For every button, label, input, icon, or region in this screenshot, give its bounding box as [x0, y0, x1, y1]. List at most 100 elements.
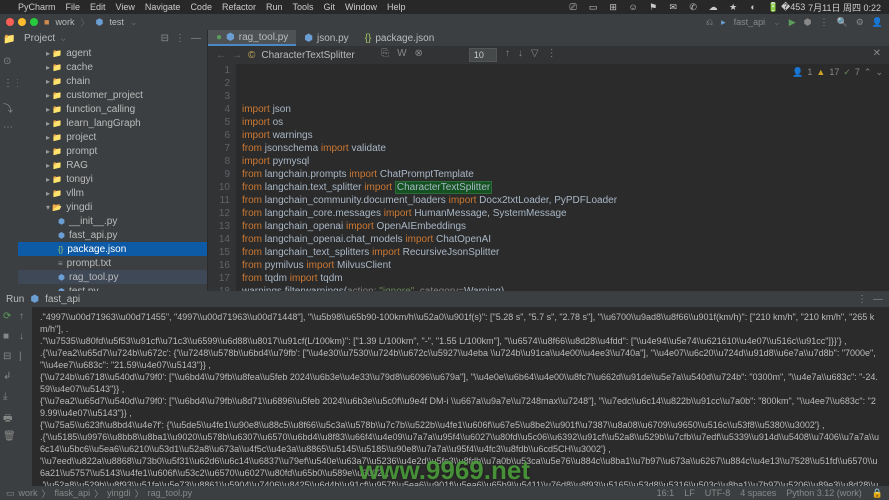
soft-wrap-icon[interactable]: ↲ [3, 371, 15, 383]
flag-icon[interactable]: ⚑ [648, 2, 658, 12]
tree-item-agent[interactable]: ▸ 📁agent [18, 46, 207, 60]
filter-icon[interactable]: ▽ [531, 48, 539, 62]
tree-item-learn_langGraph[interactable]: ▸ 📁learn_langGraph [18, 116, 207, 130]
tree-item-chain[interactable]: ▸ 📁chain [18, 74, 207, 88]
menu-window[interactable]: Window [345, 2, 377, 12]
menu-help[interactable]: Help [387, 2, 406, 12]
grid-icon[interactable]: ⊞ [608, 2, 618, 12]
status-chip-icon[interactable]: ▭ [6, 488, 15, 499]
menu-edit[interactable]: Edit [90, 2, 106, 12]
more-crumb-icon[interactable]: ⋮ [547, 48, 557, 62]
goto-line-input[interactable] [469, 48, 497, 62]
code-editor[interactable]: 12345678910111213141516171819 👤1 ▲17 ✓7 … [208, 64, 889, 291]
tree-item-yingdi[interactable]: ▾ 📂yingdi [18, 200, 207, 214]
options-icon[interactable]: ⋮ [175, 33, 185, 44]
symbol-name[interactable]: CharacterTextSplitter [261, 50, 354, 61]
star-icon[interactable]: ★ [728, 2, 738, 12]
tree-item-test-py[interactable]: ⬢test.py [18, 284, 207, 291]
nav-fwd-icon[interactable]: → [232, 50, 242, 61]
copy-ref-icon[interactable]: ⎘ [381, 48, 389, 62]
collapse-icon[interactable]: ⊟ [161, 33, 169, 44]
menu-navigate[interactable]: Navigate [145, 2, 181, 12]
caret-pos[interactable]: 16:1 [657, 488, 675, 499]
user-icon[interactable]: ◐ [748, 2, 758, 12]
menu-run[interactable]: Run [266, 2, 283, 12]
up-output-icon[interactable]: ↑ [19, 311, 31, 323]
tree-item-tongyi[interactable]: ▸ 📁tongyi [18, 172, 207, 186]
tree-item-project[interactable]: ▸ 📁project [18, 130, 207, 144]
phone-icon[interactable]: ✆ [688, 2, 698, 12]
menu-refactor[interactable]: Refactor [222, 2, 256, 12]
nav-back-icon[interactable]: ← [216, 50, 226, 61]
pull-tool-icon[interactable]: ⤵ [3, 100, 15, 112]
battery-icon[interactable]: 🔋 [768, 2, 778, 12]
face-icon[interactable]: ☺ [628, 2, 638, 12]
encoding[interactable]: UTF-8 [705, 488, 731, 499]
menu-file[interactable]: File [66, 2, 81, 12]
rerun-icon[interactable]: ⟳ [3, 311, 15, 323]
menu-tools[interactable]: Tools [292, 2, 313, 12]
run-hide-icon[interactable]: — [873, 294, 883, 305]
scroll-icon[interactable]: ⤓ [3, 391, 15, 403]
camera-icon[interactable]: ⎚ [568, 2, 578, 12]
tree-item-prompt-txt[interactable]: ≡prompt.txt [18, 256, 207, 270]
trash-icon[interactable]: 🗑 [3, 431, 15, 443]
bc-1[interactable]: flask_api [55, 488, 91, 498]
down-output-icon[interactable]: ↓ [19, 331, 31, 343]
wifi-icon[interactable]: �453 [788, 2, 798, 12]
project-tree[interactable]: ▸ 📁agent▸ 📁cache▸ 📁chain▸ 📁customer_proj… [18, 46, 207, 291]
indent[interactable]: 4 spaces [740, 488, 776, 499]
tree-item-prompt[interactable]: ▸ 📁prompt [18, 144, 207, 158]
line-sep[interactable]: LF [684, 488, 695, 499]
interpreter[interactable]: Python 3.12 (work) [786, 488, 862, 499]
structure-tool-icon[interactable]: ⋮⋮ [3, 78, 15, 90]
run-close-icon[interactable]: ⋮ [857, 294, 867, 305]
cloud-icon[interactable]: ☁ [708, 2, 718, 12]
tab-rag_tool-py[interactable]: ● ⬢rag_tool.py [208, 30, 296, 46]
menu-git[interactable]: Git [324, 2, 336, 12]
tree-item-rag_tool-py[interactable]: ⬢rag_tool.py [18, 270, 207, 284]
wechat-icon[interactable]: ✉ [668, 2, 678, 12]
tree-item-function_calling[interactable]: ▸ 📁function_calling [18, 102, 207, 116]
down-icon[interactable]: ↓ [518, 48, 523, 62]
more-tool-icon[interactable]: ⋯ [3, 122, 15, 134]
commit-tool-icon[interactable]: ⊙ [3, 56, 15, 68]
bc-0[interactable]: work [19, 488, 38, 498]
tab-package-json[interactable]: {}package.json [357, 30, 443, 46]
search-icon[interactable]: 🔍 [836, 17, 847, 28]
maximize-button[interactable] [30, 18, 38, 26]
project-tool-icon[interactable]: 📁 [3, 34, 15, 46]
layout-icon[interactable]: ⊟ [3, 351, 15, 363]
close-editor-icon[interactable]: ✕ [873, 48, 881, 62]
bc-3[interactable]: rag_tool.py [148, 488, 193, 498]
git-icon[interactable]: ⎌ [706, 17, 713, 28]
run-config[interactable]: fast_api [734, 17, 766, 27]
close-crumb-icon[interactable]: ⊗ [415, 48, 423, 62]
more-icon[interactable]: ⋮ [819, 17, 828, 28]
run-output[interactable]: ."4997\\u00d71963\\u00d71455", "4997\\u0… [32, 307, 889, 486]
hide-icon[interactable]: — [191, 33, 201, 44]
tab-json-py[interactable]: ⬢json.py [296, 30, 356, 46]
screen-icon[interactable]: ▭ [588, 2, 598, 12]
stop-icon[interactable]: ■ [3, 331, 15, 343]
clock[interactable]: 7月11日 周四 0:22 [808, 1, 881, 14]
up-icon[interactable]: ↑ [505, 48, 510, 62]
run-icon[interactable]: ▶ [789, 17, 796, 28]
minimize-button[interactable] [18, 18, 26, 26]
lint-label[interactable]: W [397, 48, 406, 62]
debug-icon[interactable]: ⬢ [804, 17, 812, 28]
close-button[interactable] [6, 18, 14, 26]
menu-code[interactable]: Code [190, 2, 212, 12]
tree-item-vllm[interactable]: ▸ 📁vllm [18, 186, 207, 200]
print-icon[interactable]: 🖶 [3, 411, 15, 423]
tree-item-cache[interactable]: ▸ 📁cache [18, 60, 207, 74]
menu-view[interactable]: View [116, 2, 135, 12]
menu-pycharm[interactable]: PyCharm [18, 2, 56, 12]
tree-item-fast_api-py[interactable]: ⬢fast_api.py [18, 228, 207, 242]
tree-item-__init__-py[interactable]: ⬢__init__.py [18, 214, 207, 228]
tree-item-customer_project[interactable]: ▸ 📁customer_project [18, 88, 207, 102]
tree-item-RAG[interactable]: ▸ 📁RAG [18, 158, 207, 172]
settings-icon[interactable]: ⚙ [856, 17, 864, 28]
avatar-icon[interactable]: 👤 [872, 17, 883, 28]
lock-icon[interactable]: 🔒 [872, 488, 883, 499]
